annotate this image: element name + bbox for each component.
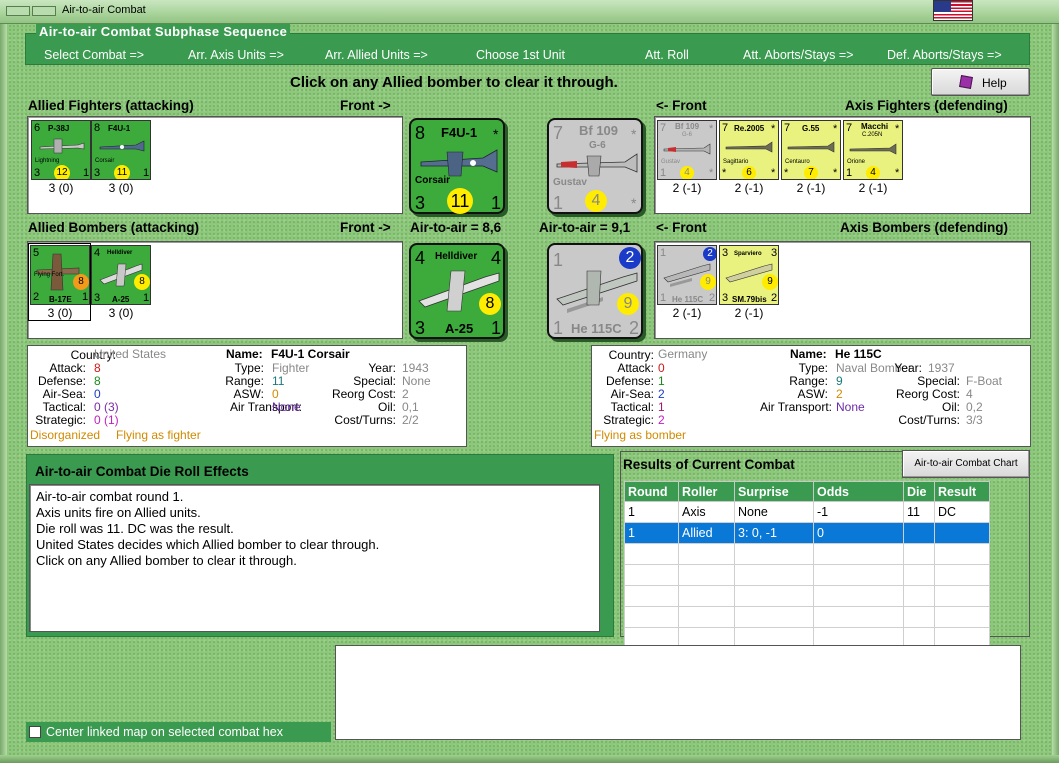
- status-flying: Flying as fighter: [116, 428, 201, 442]
- step-select-combat: Select Combat =>: [44, 48, 145, 62]
- axis-air-to-air-value: Air-to-air = 9,1: [539, 220, 631, 235]
- front-label: Front ->: [340, 220, 391, 235]
- allied-air-to-air-value: Air-to-air = 8,6: [410, 220, 502, 235]
- log-line: United States decides which Allied bombe…: [36, 537, 380, 552]
- unit-counter-he115c[interactable]: 1 2 9 1 He 115C 2: [657, 245, 717, 305]
- axis-unit-info-panel: Country: Germany Attack: 0 Defense: 1 Ai…: [591, 345, 1031, 447]
- center-map-label: Center linked map on selected combat hex: [46, 725, 283, 739]
- active-axis-bomber-counter[interactable]: 1 2 9 1 He 115C 2: [547, 243, 643, 339]
- unit-caption: 3 (0): [108, 181, 134, 195]
- column-header: Odds: [813, 481, 904, 502]
- help-label: Help: [982, 76, 1007, 90]
- active-allied-bomber-counter[interactable]: 4 Helldiver 4 8 3 A-25 1: [409, 243, 505, 339]
- allied-country: United States: [94, 347, 167, 361]
- unit-caption: 3 (0): [108, 306, 134, 320]
- subphase-sequence: Air-to-air Combat Subphase Sequence Sele…: [25, 24, 1030, 65]
- step-arr-allied-units: Arr. Allied Units =>: [325, 48, 428, 62]
- right-frame: [1052, 24, 1059, 763]
- center-map-checkbox[interactable]: [29, 726, 41, 738]
- allied-unit-name: F4U-1 Corsair: [271, 347, 350, 361]
- allied-unit-info-panel: Country: United States Attack: 8 Defense…: [27, 345, 467, 447]
- axis-unit-name: He 115C: [835, 347, 882, 361]
- unit-counter-sm79bis[interactable]: 3 Sparviero 3 9 3 SM.79bis 2: [719, 245, 779, 305]
- restore-icon[interactable]: [32, 6, 56, 16]
- results-title: Results of Current Combat: [623, 457, 795, 472]
- unit-counter-g55[interactable]: 7 G.55 * Centauro * 7 *: [781, 120, 841, 180]
- center-map-option[interactable]: Center linked map on selected combat hex: [26, 722, 331, 742]
- plane-icon: [787, 141, 835, 153]
- die-roll-effects-title: Air-to-air Combat Die Roll Effects: [35, 464, 249, 479]
- table-row-empty: [624, 543, 990, 565]
- log-line: Die roll was 11. DC was the result.: [36, 521, 234, 536]
- column-header: Roller: [678, 481, 735, 502]
- log-line: Air-to-air combat round 1.: [36, 489, 184, 504]
- unit-counter-p38j[interactable]: 6 P-38J Lightning 3 12 1: [31, 120, 91, 180]
- unit-caption: 2 (-1): [858, 181, 888, 195]
- column-header: Surprise: [734, 481, 814, 502]
- unit-caption: 2 (-1): [734, 181, 764, 195]
- bottom-frame: [0, 755, 1059, 763]
- air-to-air-chart-button[interactable]: Air-to-air Combat Chart: [902, 450, 1030, 478]
- die-roll-log[interactable]: Air-to-air combat round 1. Axis units fi…: [29, 484, 600, 632]
- plane-icon: [39, 138, 85, 154]
- unit-counter-macchi[interactable]: 7 Macchi C.205N * Orione 1 4 *: [843, 120, 903, 180]
- front-label: <- Front: [656, 220, 707, 235]
- table-row-empty: [624, 564, 990, 586]
- unit-counter-bf109[interactable]: 7 Bf 109 G-6 * Gustav 1 4 *: [657, 120, 717, 180]
- status-flying: Flying as bomber: [594, 428, 687, 442]
- us-flag-icon: [933, 0, 973, 21]
- step-att-aborts: Att. Aborts/Stays =>: [743, 48, 854, 62]
- unit-caption: 2 (-1): [796, 181, 826, 195]
- log-line: Click on any Allied bomber to clear it t…: [36, 553, 297, 568]
- plane-icon: [663, 143, 711, 155]
- table-row-selected[interactable]: 1 Allied 3: 0, -1 0: [624, 522, 990, 544]
- title-bar: Air-to-air Combat: [0, 0, 1059, 24]
- front-label: Front ->: [340, 98, 391, 113]
- column-header: Result: [934, 481, 990, 502]
- active-axis-fighter-counter[interactable]: 7 Bf 109 G-6 * Gustav 1 4 *: [547, 118, 643, 214]
- table-row-empty: [624, 606, 990, 628]
- active-allied-fighter-counter[interactable]: 8 F4U-1 * Corsair 3 11 1: [409, 118, 505, 214]
- table-row[interactable]: 1 Axis None -1 11 DC: [624, 501, 990, 523]
- message-box: [335, 645, 1021, 740]
- subphase-legend: Air-to-air Combat Subphase Sequence: [36, 24, 291, 39]
- unit-counter-a25[interactable]: 4 Helldiver 3 A-25 8 1: [91, 245, 151, 305]
- step-att-roll: Att. Roll: [645, 48, 689, 62]
- step-def-aborts: Def. Aborts/Stays =>: [887, 48, 1002, 62]
- axis-bombers-header: Axis Bombers (defending): [840, 220, 1009, 235]
- plane-icon: [99, 140, 145, 152]
- plane-icon: [725, 141, 773, 153]
- left-frame: [0, 24, 7, 763]
- unit-caption: 2 (-1): [672, 306, 702, 320]
- instruction-text: Click on any Allied bomber to clear it t…: [290, 74, 618, 91]
- front-label: <- Front: [656, 98, 707, 113]
- plane-icon: [849, 143, 897, 155]
- unit-counter-b17e[interactable]: 5 Flying Fort. 2 B-17E 8 1: [30, 245, 90, 305]
- system-menu-icon[interactable]: [6, 6, 30, 16]
- column-header: Die: [903, 481, 935, 502]
- unit-caption: 2 (-1): [672, 181, 702, 195]
- plane-icon: [556, 153, 638, 177]
- unit-caption: 3 (0): [47, 306, 73, 320]
- help-button[interactable]: Help: [931, 68, 1030, 96]
- plane-icon: [420, 149, 498, 177]
- unit-caption: 3 (0): [48, 181, 74, 195]
- window-title: Air-to-air Combat: [62, 4, 146, 16]
- allied-bombers-header: Allied Bombers (attacking): [28, 220, 200, 235]
- column-header: Round: [624, 481, 679, 502]
- step-choose-first-unit: Choose 1st Unit: [476, 48, 565, 62]
- status-disorganized: Disorganized: [30, 428, 101, 442]
- log-line: Axis units fire on Allied units.: [36, 505, 201, 520]
- unit-counter-f4u1[interactable]: 8 F4U-1 Corsair 3 11 1: [91, 120, 151, 180]
- help-book-icon: [959, 75, 973, 89]
- allied-fighters-header: Allied Fighters (attacking): [28, 98, 194, 113]
- step-arr-axis-units: Arr. Axis Units =>: [188, 48, 284, 62]
- unit-counter-re2005[interactable]: 7 Re.2005 * Sagittario * 6 *: [719, 120, 779, 180]
- axis-fighters-header: Axis Fighters (defending): [845, 98, 1008, 113]
- table-row-empty: [624, 585, 990, 607]
- unit-caption: 2 (-1): [734, 306, 764, 320]
- results-table: Round Roller Surprise Odds Die Result 1A…: [624, 481, 990, 649]
- axis-country: Germany: [658, 347, 708, 361]
